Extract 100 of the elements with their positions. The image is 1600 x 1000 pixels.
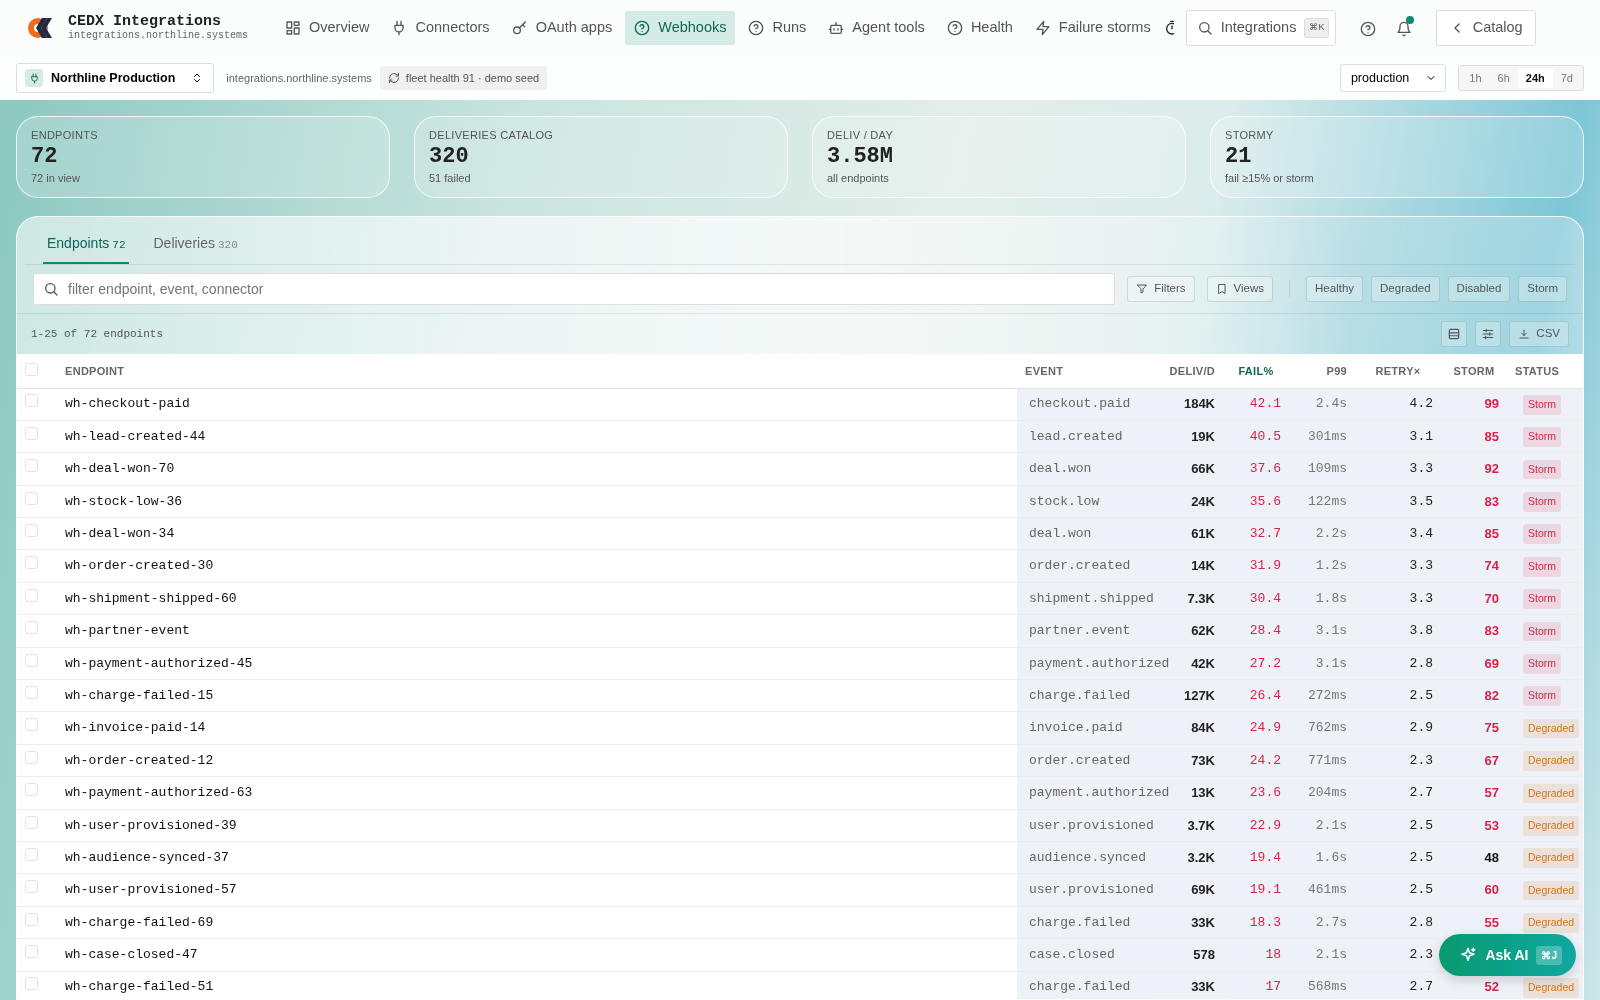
nav-tab[interactable]: Connectors: [382, 11, 499, 45]
column-header[interactable]: P99: [1289, 354, 1355, 388]
density-button[interactable]: [1441, 321, 1468, 347]
fail-rate: 24.9: [1249, 720, 1281, 736]
column-header[interactable]: STATUS: [1507, 354, 1583, 388]
view-tab[interactable]: Endpoints 72: [43, 225, 130, 264]
latency-value: 2.1s: [1315, 817, 1347, 833]
event-name: invoice.paid: [1029, 720, 1123, 736]
column-header[interactable]: FAIL%: [1223, 354, 1289, 388]
storm-score: 74: [1484, 558, 1499, 574]
row-checkbox[interactable]: [25, 685, 38, 699]
nav-tab[interactable]: Health: [937, 11, 1022, 45]
column-header[interactable]: RETRY×: [1355, 354, 1441, 388]
status-filter-chip[interactable]: Disabled: [1447, 276, 1511, 302]
row-checkbox[interactable]: [25, 847, 38, 861]
columns-button[interactable]: [1475, 321, 1502, 347]
range-option[interactable]: 6h: [1489, 67, 1518, 89]
fail-rate: 17: [1265, 979, 1281, 995]
nav-tab[interactable]: Runs: [739, 11, 816, 45]
fail-rate: 26.4: [1249, 687, 1281, 703]
toolbar-button[interactable]: Filters: [1127, 276, 1195, 302]
search-label: Integrations: [1220, 18, 1297, 38]
workspace-select[interactable]: Northline Production: [16, 63, 215, 93]
row-checkbox[interactable]: [25, 912, 38, 926]
nav-tab[interactable]: Overview: [276, 11, 379, 45]
retry-value: 2.3: [1409, 947, 1433, 963]
row-checkbox[interactable]: [25, 653, 38, 667]
ask-ai-button[interactable]: Ask AI ⌘J: [1439, 934, 1576, 976]
latency-value: 3.1s: [1315, 623, 1347, 639]
environment-select[interactable]: production: [1339, 64, 1447, 92]
help-icon: [1359, 20, 1376, 37]
event-name: partner.event: [1029, 623, 1131, 639]
fail-rate: 42.1: [1249, 396, 1281, 412]
status-label: Degraded: [1523, 848, 1580, 869]
view-tab[interactable]: Deliveries 320: [149, 225, 242, 264]
nav-tab[interactable]: Agent tools: [819, 11, 934, 45]
latency-value: 2.2s: [1315, 526, 1347, 541]
range-option[interactable]: 7d: [1552, 67, 1581, 89]
latency-value: 1.8s: [1315, 590, 1347, 606]
refresh-icon: [387, 72, 400, 84]
row-checkbox[interactable]: [25, 880, 38, 894]
row-checkbox[interactable]: [25, 621, 38, 635]
catalog-button[interactable]: Catalog: [1435, 10, 1536, 46]
row-checkbox[interactable]: [25, 718, 38, 732]
event-name: stock.low: [1029, 493, 1100, 509]
status-filter-chip[interactable]: Storm: [1518, 276, 1567, 302]
latency-value: 109ms: [1308, 461, 1347, 477]
row-checkbox[interactable]: [25, 524, 38, 537]
row-checkbox[interactable]: [25, 556, 38, 570]
deliveries-value: 19K: [1191, 428, 1215, 444]
latency-value: 2.7s: [1315, 914, 1347, 930]
select-all-checkbox[interactable]: [25, 362, 38, 376]
column-header[interactable]: ENDPOINT: [57, 354, 1017, 388]
stat-label: STORMY: [1225, 128, 1275, 143]
nav-tab[interactable]: Webhooks: [625, 11, 736, 45]
retry-value: 4.2: [1409, 396, 1433, 412]
endpoint-name: wh-deal-won-34: [65, 526, 175, 541]
shortcut-hint: ⌘K: [1304, 18, 1330, 38]
column-header[interactable]: STORM: [1441, 354, 1507, 388]
fail-rate: 23.6: [1249, 785, 1281, 801]
deliveries-value: 73K: [1191, 752, 1215, 768]
search-button[interactable]: Integrations ⌘K: [1185, 10, 1336, 46]
row-checkbox[interactable]: [25, 394, 38, 408]
fail-rate: 30.4: [1249, 590, 1281, 606]
csv-button[interactable]: CSV: [1509, 321, 1569, 347]
filter-field[interactable]: filter endpoint, event, connector: [33, 273, 1116, 305]
column-header[interactable]: EVENT: [1017, 354, 1157, 388]
row-checkbox[interactable]: [25, 459, 38, 473]
status-label: Degraded: [1523, 977, 1580, 998]
range-option[interactable]: 1h: [1461, 67, 1490, 89]
event-name: deal.won: [1029, 526, 1092, 541]
toolbar-button[interactable]: Views: [1206, 276, 1274, 302]
nav-tab[interactable]: Failure storms: [1025, 11, 1160, 45]
row-checkbox[interactable]: [25, 426, 38, 440]
stat-note: all endpoints: [827, 170, 890, 186]
row-checkbox[interactable]: [25, 750, 38, 764]
row-checkbox[interactable]: [25, 815, 38, 829]
status-label: Degraded: [1523, 815, 1580, 836]
fail-rate: 31.9: [1249, 558, 1281, 574]
status-label: Degraded: [1523, 880, 1580, 901]
status-filter-chip[interactable]: Degraded: [1371, 276, 1440, 302]
status-label: Degraded: [1523, 913, 1580, 933]
search-icon: [43, 281, 59, 297]
nav-tab[interactable]: OAuth apps: [502, 11, 622, 45]
help-icon: [946, 20, 963, 36]
lightning-icon: [1034, 20, 1051, 36]
range-option[interactable]: 24h: [1517, 67, 1553, 89]
status-filter-chip[interactable]: Healthy: [1306, 276, 1364, 302]
row-checkbox[interactable]: [25, 977, 38, 991]
deliveries-value: 184K: [1183, 396, 1215, 412]
column-header[interactable]: DELIV/D: [1157, 354, 1223, 388]
row-checkbox[interactable]: [25, 783, 38, 797]
row-checkbox[interactable]: [25, 491, 38, 505]
fail-rate: 22.9: [1249, 817, 1281, 833]
row-checkbox[interactable]: [25, 588, 38, 602]
endpoint-name: wh-user-provisioned-39: [65, 817, 237, 833]
status-label: Storm: [1523, 427, 1561, 447]
event-name: order.created: [1029, 558, 1131, 574]
row-checkbox[interactable]: [25, 945, 38, 959]
fail-rate: 24.2: [1249, 752, 1281, 768]
